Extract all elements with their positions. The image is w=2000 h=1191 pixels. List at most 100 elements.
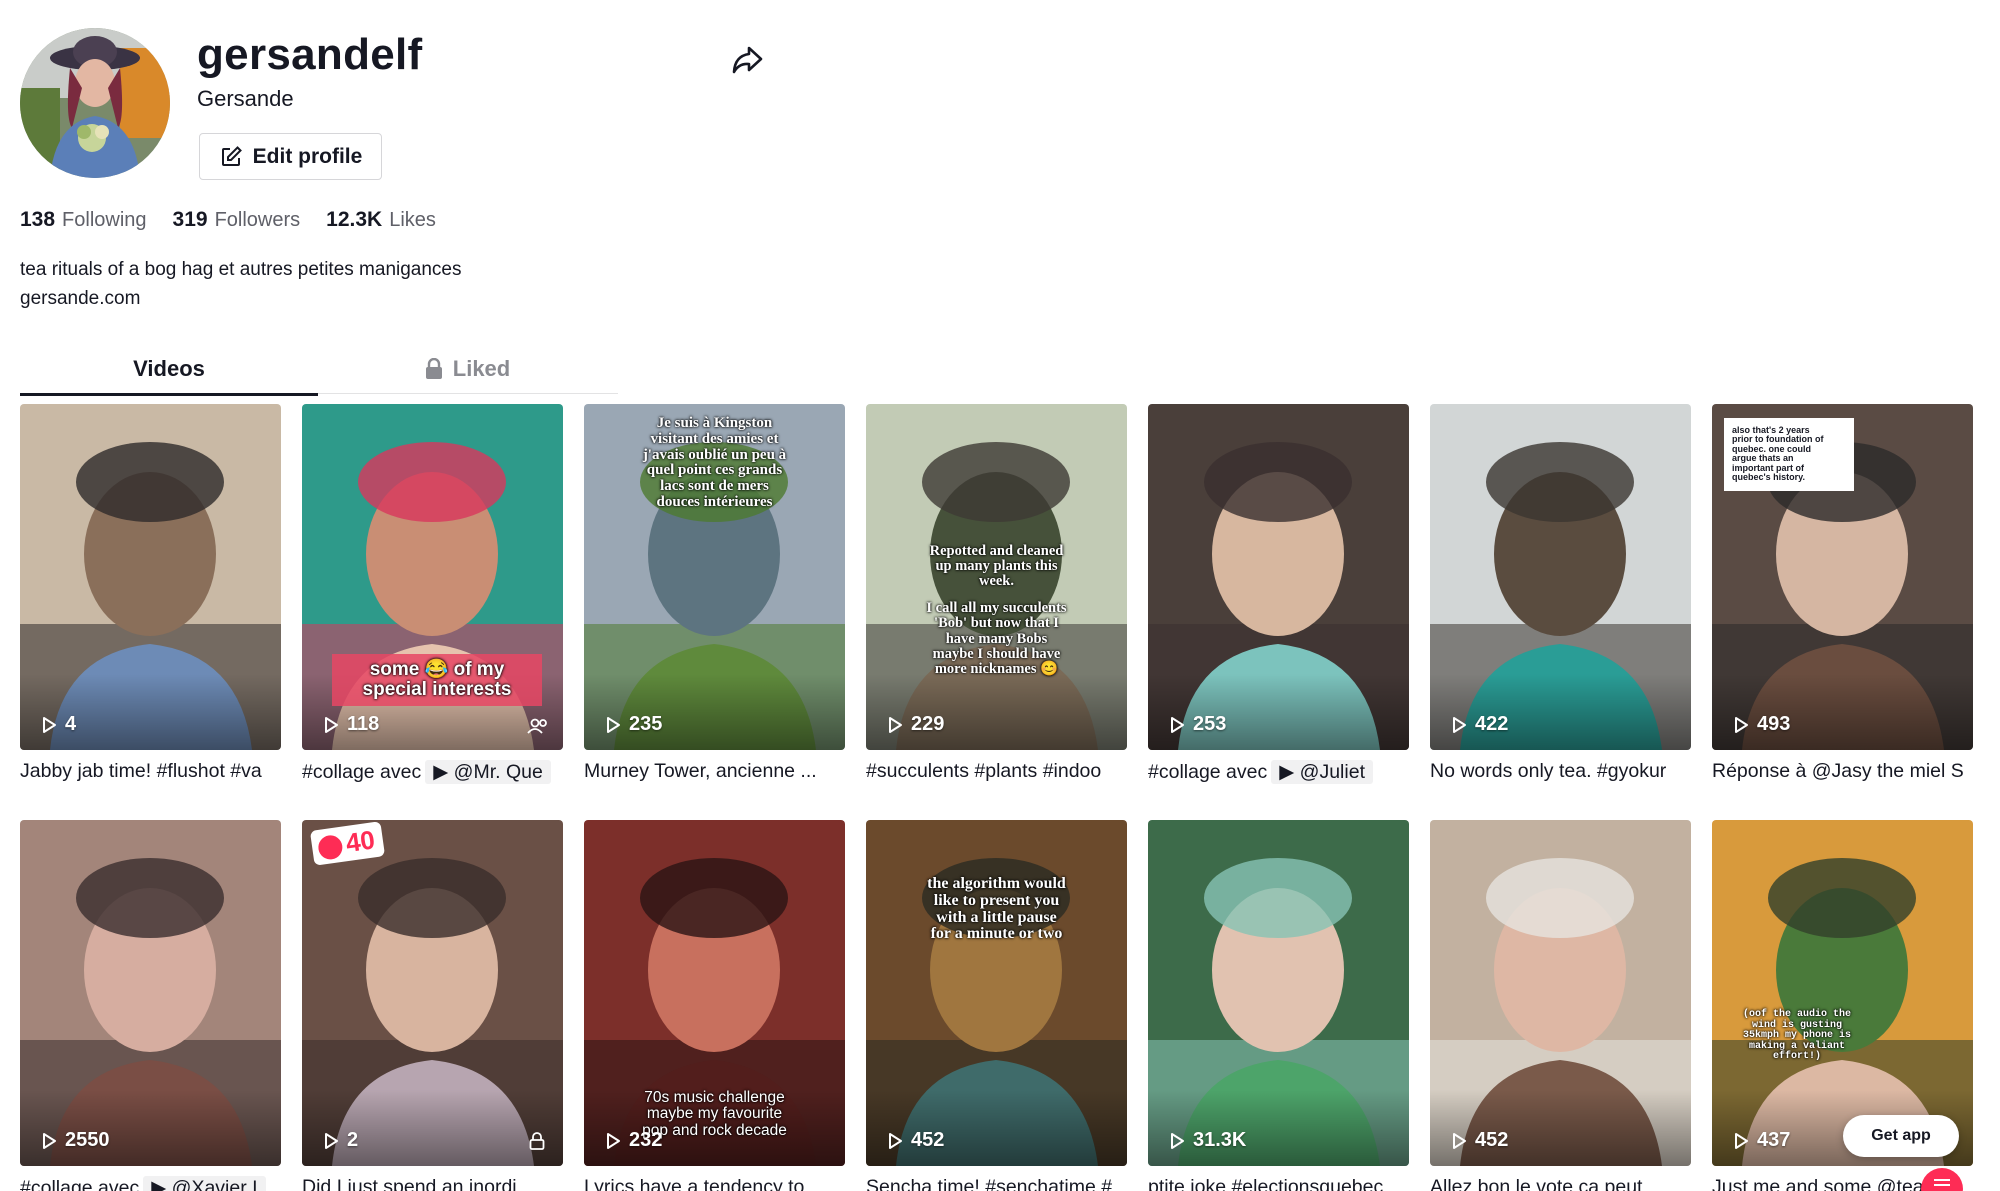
overlay-line: j'avais oublié un peu à (642, 446, 787, 463)
video-card[interactable]: 4 Jabby jab time! #flushot #va (20, 404, 281, 788)
overlay-line: like to present you (933, 891, 1060, 909)
video-caption[interactable]: Allez bon le vote ça peut (1430, 1176, 1691, 1191)
video-card[interactable]: also that's 2 years prior to foundation o… (1712, 404, 1973, 788)
caption-text: #collage avec (20, 1177, 140, 1191)
video-card[interactable]: some 😂 of my special interests 118 #collage… (302, 404, 563, 788)
video-caption[interactable]: #succulents #plants #indoo (866, 760, 1127, 788)
video-thumbnail[interactable]: 40 2 (302, 820, 563, 1166)
lock-icon (425, 358, 442, 379)
thumbnail-image (302, 820, 563, 1166)
video-caption[interactable]: Jabby jab time! #flushot #va (20, 760, 281, 788)
edit-icon (221, 145, 242, 166)
overlay-line: the algorithm would (927, 875, 1066, 892)
view-count: 452 (886, 1129, 944, 1152)
overlay-line: with a little pause (936, 908, 1057, 926)
video-caption[interactable]: ptite joke #electionsquebec (1148, 1176, 1409, 1191)
video-card[interactable]: 452 Allez bon le vote ça peut (1430, 820, 1691, 1191)
overlay-line: maybe my favourite (646, 1105, 783, 1123)
play-icon (1735, 1132, 1748, 1149)
view-count-value: 452 (1475, 1129, 1509, 1151)
play-icon (889, 716, 902, 733)
view-count-value: 118 (347, 713, 380, 735)
badge-count: 40 (343, 824, 377, 859)
stat-following[interactable]: 138 Following (20, 208, 147, 232)
video-card[interactable]: the algorithm would like to present you wi… (866, 820, 1127, 1191)
profile-stats: 138 Following 319 Followers 12.3K Likes (20, 208, 436, 238)
video-thumbnail[interactable]: 4 (20, 404, 281, 750)
video-thumbnail[interactable]: some 😂 of my special interests 118 (302, 404, 563, 750)
tab-videos[interactable]: Videos (20, 344, 318, 396)
video-card[interactable]: Repotted and cleaned up many plants this w… (866, 404, 1127, 788)
video-thumbnail[interactable]: 70s music challenge maybe my favourite pop… (584, 820, 845, 1166)
video-thumbnail[interactable]: 31.3K (1148, 820, 1409, 1166)
collab-icon (527, 718, 549, 734)
caption-text: Allez bon le vote ça peut (1430, 1176, 1643, 1191)
overlay-line: more nicknames 😊 (934, 661, 1059, 678)
overlay-line: 70s music challenge (644, 1089, 785, 1106)
thumbnail-image (20, 820, 281, 1166)
video-thumbnail[interactable]: 422 (1430, 404, 1691, 750)
video-card[interactable]: 70s music challenge maybe my favourite pop… (584, 820, 845, 1191)
caption-mention[interactable]: ▶ @Xavier I (143, 1176, 266, 1191)
caption-mention[interactable]: ▶ @Mr. Que (425, 760, 551, 784)
overlay-line: week. (978, 573, 1015, 590)
video-card[interactable]: 253 #collage avec ▶ @Juliet (1148, 404, 1409, 788)
view-count: 253 (1168, 713, 1226, 736)
stat-followers[interactable]: 319 Followers (173, 208, 301, 232)
avatar[interactable] (20, 28, 170, 178)
play-icon (43, 716, 56, 733)
edit-profile-button[interactable]: Edit profile (199, 133, 382, 180)
overlay-line: some 😂 of my (369, 659, 505, 680)
video-caption[interactable]: Did I just spend an inordi (302, 1176, 563, 1191)
video-card[interactable]: Je suis à Kingston visitant des amies et j… (584, 404, 845, 788)
view-count-value: 4 (65, 713, 77, 735)
tab-liked[interactable]: Liked (318, 344, 616, 394)
video-caption[interactable]: Lyrics have a tendency to (584, 1176, 845, 1191)
video-card[interactable]: 40 2 Did I just spend an inordi (302, 820, 563, 1191)
video-thumbnail[interactable]: Je suis à Kingston visitant des amies et j… (584, 404, 845, 750)
caption-text: Murney Tower, ancienne ... (584, 760, 817, 782)
overlay-line: Repotted and cleaned (929, 543, 1064, 559)
caption-text: Jabby jab time! #flushot #va (20, 760, 262, 782)
video-caption[interactable]: Murney Tower, ancienne ... (584, 760, 845, 788)
view-count-value: 235 (629, 713, 663, 735)
video-caption[interactable]: Sencha time! #senchatime # (866, 1176, 1127, 1191)
view-count-value: 422 (1475, 713, 1509, 735)
video-card[interactable]: 31.3K ptite joke #electionsquebec (1148, 820, 1409, 1191)
video-thumbnail[interactable]: also that's 2 years prior to foundation o… (1712, 404, 1973, 750)
overlay-line: 35kmph my phone is (1742, 1030, 1852, 1041)
video-caption[interactable]: #collage avec ▶ @Juliet (1148, 760, 1409, 788)
view-count: 232 (604, 1129, 662, 1152)
video-caption[interactable]: Réponse à @Jasy the miel S (1712, 760, 1973, 788)
view-count: 31.3K (1168, 1129, 1246, 1152)
video-caption[interactable]: No words only tea. #gyokur (1430, 760, 1691, 788)
thumbnail-image (20, 404, 281, 750)
username: gersandelf (197, 30, 423, 79)
bio-link[interactable]: gersande.com (20, 284, 462, 313)
thumbnail-image (1148, 404, 1409, 750)
video-caption[interactable]: #collage avec ▶ @Mr. Que (302, 760, 563, 788)
video-thumbnail[interactable]: 452 (1430, 820, 1691, 1166)
video-card[interactable]: 2550 #collage avec ▶ @Xavier I (20, 820, 281, 1191)
video-thumbnail[interactable]: the algorithm would like to present you wi… (866, 820, 1127, 1166)
video-thumbnail[interactable]: 2550 (20, 820, 281, 1166)
view-count: 118 (322, 713, 379, 736)
video-overlay-text: the algorithm would like to present you wi… (876, 875, 1117, 943)
video-thumbnail[interactable]: 253 (1148, 404, 1409, 750)
emoji-icon (316, 833, 344, 861)
overlay-line: douces intérieures (656, 493, 773, 510)
play-icon (1735, 716, 1748, 733)
share-icon[interactable] (729, 42, 765, 78)
stat-likes: 12.3K Likes (326, 208, 436, 231)
video-caption[interactable]: #collage avec ▶ @Xavier I (20, 1176, 281, 1191)
get-app-button[interactable]: Get app (1843, 1115, 1959, 1157)
caption-text: Just me and some @tea (1712, 1176, 1924, 1191)
caption-text: No words only tea. #gyokur (1430, 760, 1667, 782)
caption-text: ptite joke #electionsquebec (1148, 1176, 1384, 1191)
caption-mention[interactable]: ▶ @Juliet (1271, 760, 1373, 784)
overlay-line: for a minute or two (930, 925, 1063, 943)
caption-text: Lyrics have a tendency to (584, 1176, 805, 1191)
video-thumbnail[interactable]: Repotted and cleaned up many plants this w… (866, 404, 1127, 750)
view-count-value: 2 (347, 1129, 359, 1151)
video-card[interactable]: 422 No words only tea. #gyokur (1430, 404, 1691, 788)
